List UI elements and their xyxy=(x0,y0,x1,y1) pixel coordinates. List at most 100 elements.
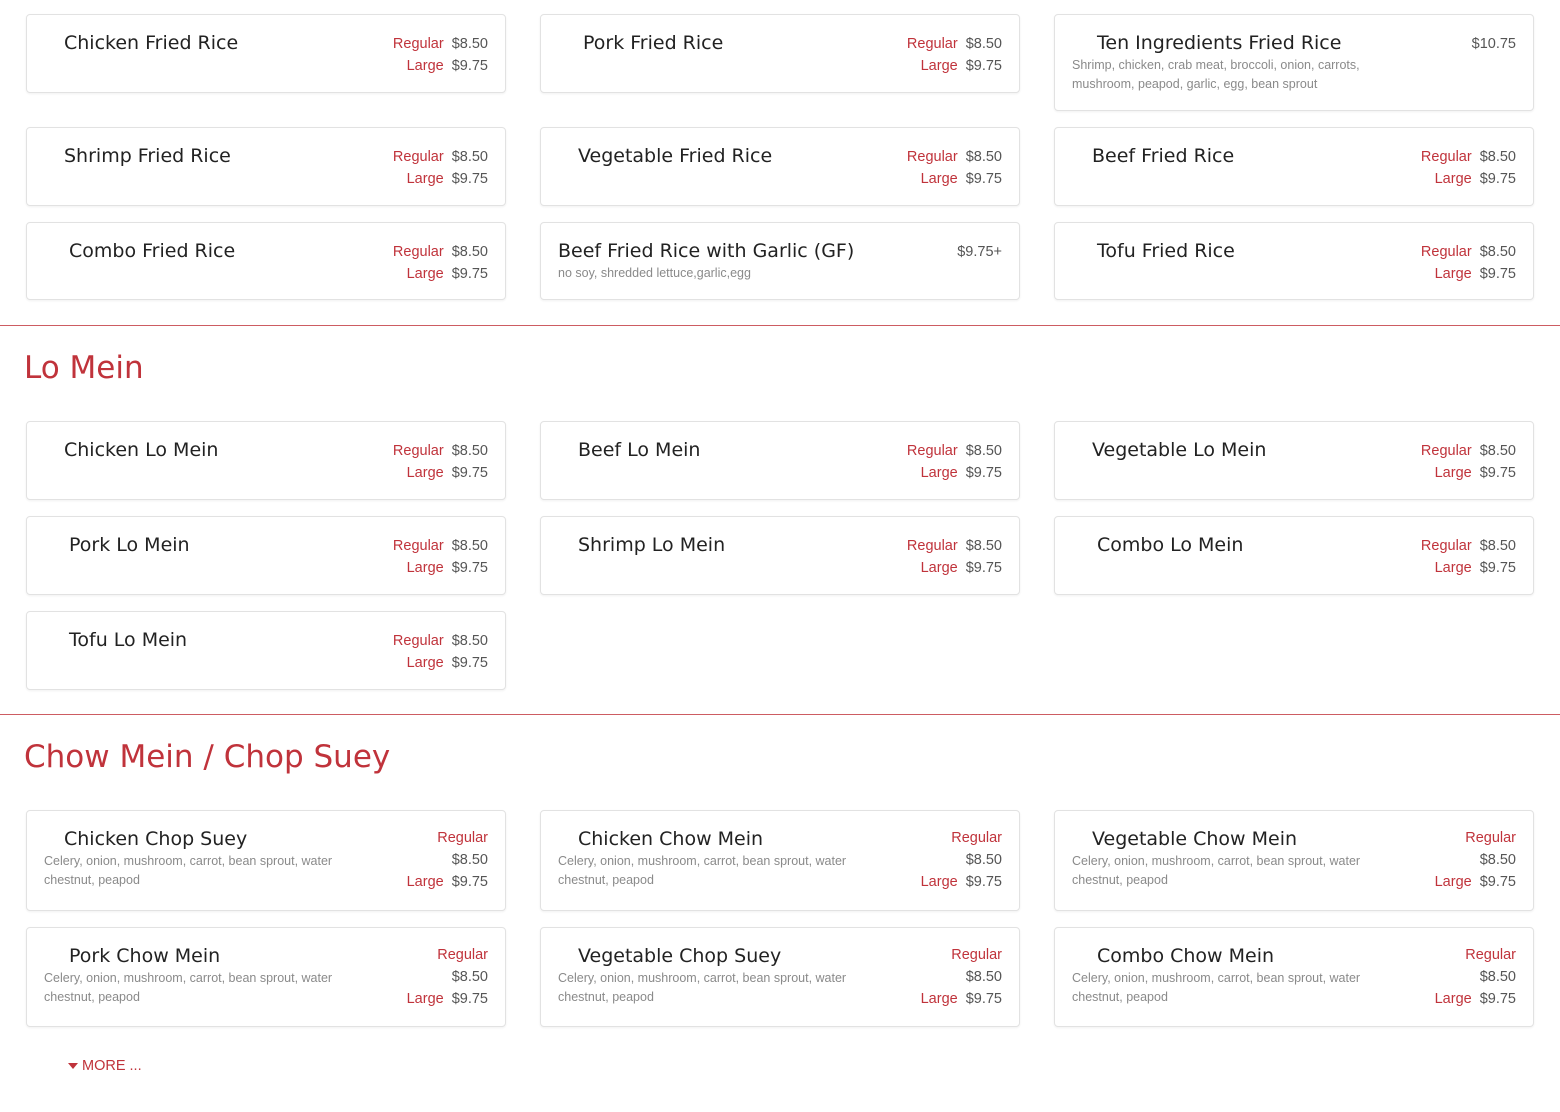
regular-label: Regular xyxy=(437,830,488,846)
large-label: Large xyxy=(1434,171,1472,187)
large-price: $9.75 xyxy=(1479,874,1516,890)
menu-item-card[interactable]: Beef Fried Rice with Garlic (GF) no soy,… xyxy=(540,222,1020,300)
item-prices: Regular $8.50 Large $9.75 xyxy=(393,630,488,674)
large-label: Large xyxy=(406,874,444,890)
regular-price: $8.50 xyxy=(1479,149,1516,165)
regular-label: Regular xyxy=(392,36,444,52)
more-button[interactable]: MORE ... xyxy=(68,1058,142,1074)
item-prices: Regular $8.50 Large $9.75 xyxy=(1421,146,1516,190)
menu-item-card[interactable]: Tofu Lo Mein Regular $8.50 Large $9.75 xyxy=(26,611,506,690)
large-label: Large xyxy=(406,266,444,282)
menu-item-card[interactable]: Shrimp Lo Mein Regular $8.50 Large $9.75 xyxy=(540,516,1020,595)
large-price: $9.75 xyxy=(965,171,1002,187)
item-name: Pork Lo Mein xyxy=(69,534,190,556)
menu-item-card[interactable]: Combo Lo Mein Regular $8.50 Large $9.75 xyxy=(1054,516,1534,595)
more-label: MORE ... xyxy=(82,1058,142,1074)
regular-price: $8.50 xyxy=(965,149,1002,165)
item-prices: $9.75+ xyxy=(957,241,1002,263)
regular-label: Regular xyxy=(1420,443,1472,459)
item-prices: Regular $8.50 Large $9.75 xyxy=(1435,944,1516,1010)
item-prices: Regular $8.50 Large $9.75 xyxy=(907,440,1002,484)
large-label: Large xyxy=(1434,560,1472,576)
regular-price: $8.50 xyxy=(965,443,1002,459)
caret-down-icon xyxy=(68,1063,78,1069)
regular-label: Regular xyxy=(392,149,444,165)
regular-price: $8.50 xyxy=(1479,443,1516,459)
item-description: Celery, onion, mushroom, carrot, bean sp… xyxy=(1072,854,1361,887)
menu-item-card[interactable]: Beef Lo Mein Regular $8.50 Large $9.75 xyxy=(540,421,1020,500)
item-prices: Regular $8.50 Large $9.75 xyxy=(393,241,488,285)
regular-price: $8.50 xyxy=(451,36,488,52)
item-name: Tofu Lo Mein xyxy=(69,629,188,651)
large-price: $9.75 xyxy=(451,465,488,481)
regular-label: Regular xyxy=(1420,149,1472,165)
regular-label: Regular xyxy=(437,947,488,963)
large-label: Large xyxy=(406,991,444,1007)
item-name: Chicken Chop Suey xyxy=(64,828,248,850)
item-prices: Regular $8.50 Large $9.75 xyxy=(1435,827,1516,893)
large-price: $9.75 xyxy=(965,560,1002,576)
regular-label: Regular xyxy=(1465,947,1516,963)
large-label: Large xyxy=(920,560,958,576)
large-price: $9.75 xyxy=(1479,991,1516,1007)
item-prices: Regular $8.50 Large $9.75 xyxy=(1421,535,1516,579)
item-prices: Regular $8.50 Large $9.75 xyxy=(907,535,1002,579)
item-name: Beef Fried Rice with Garlic (GF) xyxy=(558,240,855,262)
large-price: $9.75 xyxy=(451,655,488,671)
regular-price: $8.50 xyxy=(451,244,488,260)
item-prices: Regular $8.50 Large $9.75 xyxy=(907,146,1002,190)
large-label: Large xyxy=(1434,991,1472,1007)
regular-label: Regular xyxy=(906,443,958,459)
large-label: Large xyxy=(920,874,958,890)
regular-label: Regular xyxy=(392,443,444,459)
menu-item-card[interactable]: Chicken Chop Suey Celery, onion, mushroo… xyxy=(26,810,506,911)
menu-item-card[interactable]: Shrimp Fried Rice Regular $8.50 Large $9.7… xyxy=(26,127,506,206)
menu-item-card[interactable]: Chicken Chow Mein Celery, onion, mushroo… xyxy=(540,810,1020,911)
large-label: Large xyxy=(920,58,958,74)
large-price: $9.75 xyxy=(451,171,488,187)
item-name: Beef Lo Mein xyxy=(578,439,701,461)
menu-item-card[interactable]: Pork Chow Mein Celery, onion, mushroom, … xyxy=(26,927,506,1027)
regular-price: $8.50 xyxy=(451,538,488,554)
regular-label: Regular xyxy=(906,149,958,165)
item-name: Combo Fried Rice xyxy=(69,240,236,262)
item-prices: Regular $8.50 Large $9.75 xyxy=(1421,440,1516,484)
menu-item-card[interactable]: Combo Fried Rice Regular $8.50 Large $9.75 xyxy=(26,222,506,300)
large-label: Large xyxy=(406,560,444,576)
item-name: Shrimp Fried Rice xyxy=(64,145,231,167)
large-price: $9.75 xyxy=(1479,266,1516,282)
large-price: $9.75 xyxy=(451,560,488,576)
regular-price: $8.50 xyxy=(451,633,488,649)
menu-item-card[interactable]: Vegetable Chow Mein Celery, onion, mushr… xyxy=(1054,810,1534,911)
regular-label: Regular xyxy=(906,538,958,554)
menu-item-card[interactable]: Pork Fried Rice Regular $8.50 Large $9.75 xyxy=(540,14,1020,93)
menu-item-card[interactable]: Combo Chow Mein Celery, onion, mushroom,… xyxy=(1054,927,1534,1027)
item-prices: $10.75 xyxy=(1472,33,1516,55)
menu-item-card[interactable]: Tofu Fried Rice Regular $8.50 Large $9.75 xyxy=(1054,222,1534,300)
menu-item-card[interactable]: Vegetable Lo Mein Regular $8.50 Large $9.7… xyxy=(1054,421,1534,500)
large-price: $9.75 xyxy=(965,465,1002,481)
large-price: $9.75 xyxy=(965,874,1002,890)
item-name: Beef Fried Rice xyxy=(1092,145,1235,167)
large-price: $9.75 xyxy=(451,58,488,74)
menu-item-card[interactable]: Pork Lo Mein Regular $8.50 Large $9.75 xyxy=(26,516,506,595)
menu-item-card[interactable]: Vegetable Chop Suey Celery, onion, mushr… xyxy=(540,927,1020,1027)
large-label: Large xyxy=(1434,465,1472,481)
regular-price: $8.50 xyxy=(1479,538,1516,554)
menu-item-card[interactable]: Ten Ingredients Fried Rice Shrimp, chick… xyxy=(1054,14,1534,111)
regular-price: $8.50 xyxy=(965,969,1002,985)
large-price: $9.75 xyxy=(1479,465,1516,481)
item-name: Ten Ingredients Fried Rice xyxy=(1097,32,1342,54)
item-prices: Regular $8.50 Large $9.75 xyxy=(393,33,488,77)
large-price: $9.75 xyxy=(451,874,488,890)
item-name: Chicken Lo Mein xyxy=(64,439,219,461)
menu-item-card[interactable]: Chicken Fried Rice Regular $8.50 Large $9.… xyxy=(26,14,506,93)
menu-item-card[interactable]: Beef Fried Rice Regular $8.50 Large $9.75 xyxy=(1054,127,1534,206)
menu-item-card[interactable]: Chicken Lo Mein Regular $8.50 Large $9.75 xyxy=(26,421,506,500)
item-name: Combo Lo Mein xyxy=(1097,534,1244,556)
item-prices: Regular $8.50 Large $9.75 xyxy=(393,535,488,579)
regular-price: $8.50 xyxy=(1479,244,1516,260)
menu-item-card[interactable]: Vegetable Fried Rice Regular $8.50 Large $… xyxy=(540,127,1020,206)
item-name: Vegetable Fried Rice xyxy=(578,145,773,167)
item-name: Tofu Fried Rice xyxy=(1097,240,1235,262)
